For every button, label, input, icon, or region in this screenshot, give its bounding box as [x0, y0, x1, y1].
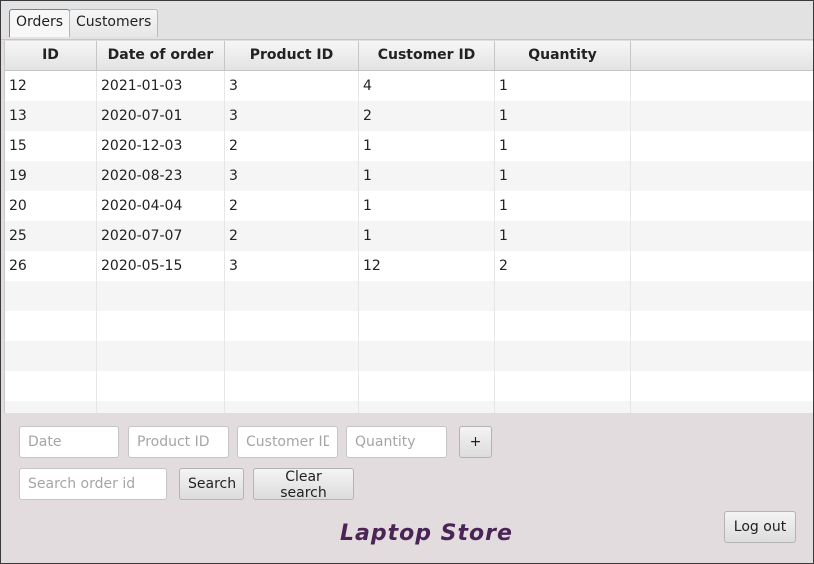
- cell-date: 2020-05-15: [97, 251, 225, 281]
- column-header-customer-id[interactable]: Customer ID: [359, 41, 495, 70]
- cell-date: 2020-04-04: [97, 191, 225, 221]
- empty-row: [5, 371, 813, 401]
- cell-product-id: 2: [225, 191, 359, 221]
- table-row[interactable]: 12 2021-01-03 3 4 1: [5, 71, 813, 101]
- column-header-date[interactable]: Date of order: [97, 41, 225, 70]
- cell-quantity: 2: [495, 251, 631, 281]
- orders-table[interactable]: ID Date of order Product ID Customer ID …: [4, 41, 813, 413]
- cell-customer-id: 1: [359, 161, 495, 191]
- cell-date: 2020-12-03: [97, 131, 225, 161]
- search-button[interactable]: Search: [179, 468, 244, 500]
- table-row[interactable]: 19 2020-08-23 3 1 1: [5, 161, 813, 191]
- cell-id: 15: [5, 131, 97, 161]
- tab-customers[interactable]: Customers: [69, 9, 159, 37]
- search-order-input[interactable]: [19, 468, 167, 500]
- cell-product-id: 3: [225, 251, 359, 281]
- cell-customer-id: 1: [359, 221, 495, 251]
- cell-quantity: 1: [495, 161, 631, 191]
- table-row[interactable]: 20 2020-04-04 2 1 1: [5, 191, 813, 221]
- cell-customer-id: 4: [359, 71, 495, 101]
- empty-row: [5, 341, 813, 371]
- table-row[interactable]: 15 2020-12-03 2 1 1: [5, 131, 813, 161]
- product-id-input[interactable]: [128, 426, 229, 458]
- empty-row: [5, 401, 813, 413]
- cell-id: 26: [5, 251, 97, 281]
- cell-id: 13: [5, 101, 97, 131]
- cell-quantity: 1: [495, 191, 631, 221]
- cell-customer-id: 12: [359, 251, 495, 281]
- column-header-id[interactable]: ID: [5, 41, 97, 70]
- tab-orders[interactable]: Orders: [9, 9, 71, 37]
- cell-date: 2020-07-01: [97, 101, 225, 131]
- table-row[interactable]: 13 2020-07-01 3 2 1: [5, 101, 813, 131]
- cell-id: 19: [5, 161, 97, 191]
- app-window: Orders Customers ID Date of order Produc…: [0, 0, 814, 564]
- cell-id: 12: [5, 71, 97, 101]
- cell-date: 2021-01-03: [97, 71, 225, 101]
- empty-row: [5, 281, 813, 311]
- cell-quantity: 1: [495, 221, 631, 251]
- cell-id: 20: [5, 191, 97, 221]
- tab-bar: Orders Customers: [1, 1, 813, 40]
- cell-product-id: 3: [225, 71, 359, 101]
- column-header-product-id[interactable]: Product ID: [225, 41, 359, 70]
- customer-id-input[interactable]: [237, 426, 338, 458]
- table-row[interactable]: 25 2020-07-07 2 1 1: [5, 221, 813, 251]
- column-header-quantity[interactable]: Quantity: [495, 41, 631, 70]
- cell-product-id: 3: [225, 161, 359, 191]
- cell-customer-id: 1: [359, 131, 495, 161]
- cell-customer-id: 2: [359, 101, 495, 131]
- cell-product-id: 2: [225, 131, 359, 161]
- cell-product-id: 3: [225, 101, 359, 131]
- logout-button[interactable]: Log out: [724, 511, 796, 543]
- cell-quantity: 1: [495, 71, 631, 101]
- add-order-button[interactable]: +: [459, 426, 492, 458]
- cell-quantity: 1: [495, 101, 631, 131]
- cell-product-id: 2: [225, 221, 359, 251]
- clear-search-button[interactable]: Clear search: [253, 468, 354, 501]
- quantity-input[interactable]: [346, 426, 447, 458]
- table-row[interactable]: 26 2020-05-15 3 12 2: [5, 251, 813, 281]
- table-header: ID Date of order Product ID Customer ID …: [5, 41, 813, 71]
- column-header-filler: [631, 41, 813, 70]
- cell-quantity: 1: [495, 131, 631, 161]
- brand-title: Laptop Store: [340, 521, 513, 546]
- cell-date: 2020-08-23: [97, 161, 225, 191]
- cell-customer-id: 1: [359, 191, 495, 221]
- cell-id: 25: [5, 221, 97, 251]
- empty-row: [5, 311, 813, 341]
- cell-date: 2020-07-07: [97, 221, 225, 251]
- date-input[interactable]: [19, 426, 119, 458]
